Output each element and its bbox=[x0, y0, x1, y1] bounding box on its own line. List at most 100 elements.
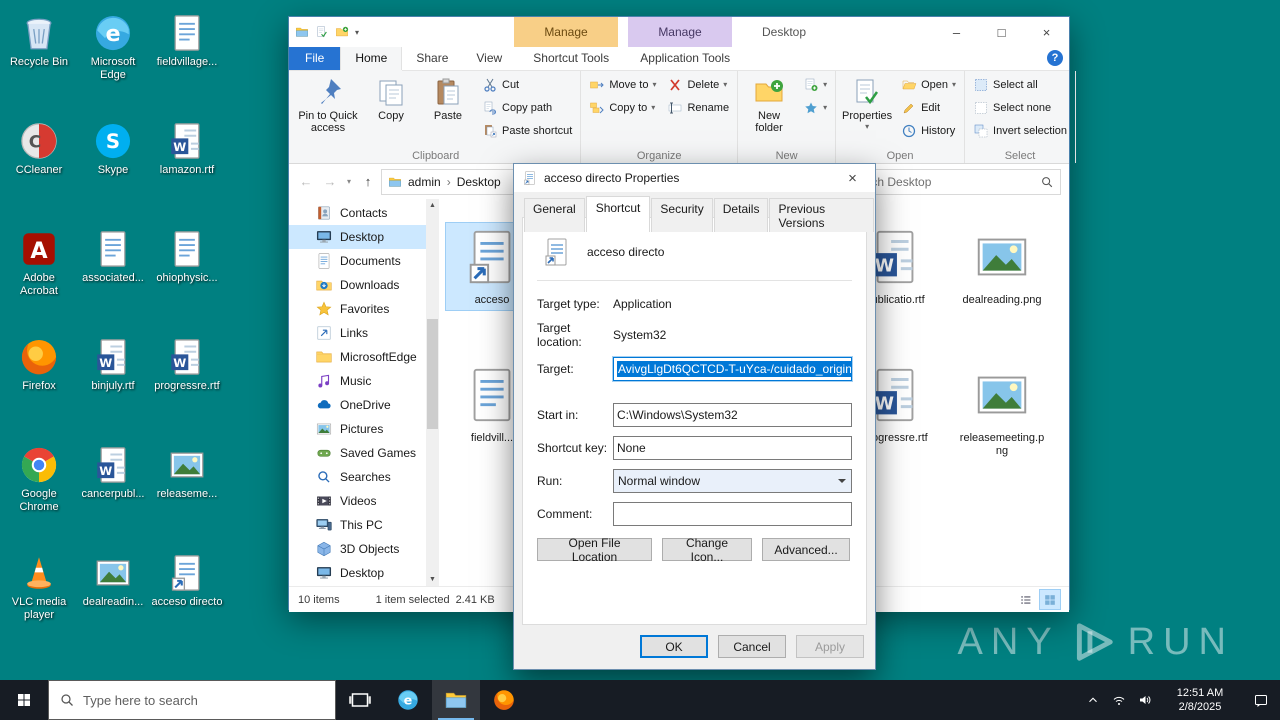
details-view-button[interactable] bbox=[1016, 590, 1036, 609]
scroll-up-icon[interactable]: ▲ bbox=[426, 199, 439, 212]
ribbon-button-new-item[interactable]: ▾ bbox=[798, 74, 832, 95]
desktop-icon-binjuly-rtf[interactable]: Wbinjuly.rtf bbox=[76, 336, 150, 444]
run-select[interactable]: Normal window bbox=[613, 469, 852, 493]
sidebar-item-searches[interactable]: Searches bbox=[289, 465, 439, 489]
taskbar-clock[interactable]: 12:51 AM 2/8/2025 bbox=[1158, 686, 1242, 714]
network-status[interactable] bbox=[1106, 680, 1132, 720]
open-file-location-button[interactable]: Open File Location bbox=[537, 536, 652, 564]
desktop-icon-ccleaner[interactable]: C CCleaner bbox=[2, 120, 76, 228]
sidebar-scrollbar[interactable]: ▲ ▼ bbox=[426, 199, 439, 586]
dialog-close-button[interactable]: × bbox=[830, 164, 875, 192]
apply-button[interactable]: Apply bbox=[796, 635, 864, 658]
taskbar-app-firefox[interactable] bbox=[480, 680, 528, 720]
ribbon-button-delete[interactable]: Delete ▾ bbox=[662, 74, 734, 95]
ribbon-tab-view[interactable]: View bbox=[462, 47, 516, 70]
dialog-titlebar[interactable]: acceso directo Properties × bbox=[514, 164, 875, 192]
desktop-icon-progressre-rtf[interactable]: Wprogressre.rtf bbox=[150, 336, 224, 444]
file-item-dealreading-png[interactable]: dealreading.png bbox=[956, 223, 1048, 310]
desktop-icon-skype[interactable]: S Skype bbox=[76, 120, 150, 228]
ribbon-button-easy-access[interactable]: ▾ bbox=[798, 97, 832, 118]
advanced-button[interactable]: Advanced... bbox=[762, 538, 850, 561]
ribbon-button-pin-to-quick-access[interactable]: Pin to Quick access bbox=[294, 73, 362, 145]
taskbar-app-edge[interactable]: e bbox=[384, 680, 432, 720]
start-in-input[interactable]: C:\Windows\System32 bbox=[613, 403, 852, 427]
sidebar-item-music[interactable]: Music bbox=[289, 369, 439, 393]
sidebar-item-desktop[interactable]: Desktop bbox=[289, 225, 439, 249]
close-button[interactable]: × bbox=[1024, 17, 1069, 47]
back-button[interactable]: ← bbox=[295, 174, 317, 189]
desktop-icon-ohiophysic[interactable]: ohiophysic... bbox=[150, 228, 224, 336]
thumbnails-view-button[interactable] bbox=[1039, 589, 1061, 610]
desktop-icon-cancerpubl[interactable]: Wcancerpubl... bbox=[76, 444, 150, 552]
sidebar-item-videos[interactable]: Videos bbox=[289, 489, 439, 513]
taskbar-search[interactable]: Type here to search bbox=[48, 680, 336, 720]
desktop-icon-releaseme[interactable]: releaseme... bbox=[150, 444, 224, 552]
ribbon-button-edit[interactable]: Edit bbox=[896, 97, 961, 118]
sidebar-item-documents[interactable]: Documents bbox=[289, 249, 439, 273]
ribbon-tab-application-tools[interactable]: Application Tools bbox=[633, 47, 737, 70]
dialog-tab-details[interactable]: Details bbox=[713, 198, 769, 232]
desktop-icon-lamazon-rtf[interactable]: Wlamazon.rtf bbox=[150, 120, 224, 228]
ribbon-button-paste[interactable]: Paste bbox=[420, 73, 476, 145]
breadcrumb-current[interactable]: Desktop bbox=[457, 175, 501, 189]
ribbon-tab-file[interactable]: File bbox=[289, 47, 341, 70]
cancel-button[interactable]: Cancel bbox=[718, 635, 786, 658]
ribbon-button-move-to[interactable]: Move to ▾ bbox=[584, 74, 661, 95]
desktop-icon-vlc-media-player[interactable]: VLC media player bbox=[2, 552, 76, 660]
ribbon-tab-home[interactable]: Home bbox=[340, 47, 403, 70]
sidebar-item-this-pc[interactable]: This PC bbox=[289, 513, 439, 537]
ribbon-button-copy-to[interactable]: Copy to ▾ bbox=[584, 97, 661, 118]
dialog-tab-previous-versions[interactable]: Previous Versions bbox=[769, 198, 874, 232]
ribbon-button-cut[interactable]: Cut bbox=[477, 74, 577, 95]
help-button[interactable]: ? bbox=[1047, 50, 1063, 66]
change-icon-button[interactable]: Change Icon... bbox=[662, 536, 752, 564]
dialog-tab-shortcut[interactable]: Shortcut bbox=[585, 196, 651, 232]
taskbar-app-explorer[interactable] bbox=[432, 680, 480, 720]
desktop-icon-dealreadin[interactable]: dealreadin... bbox=[76, 552, 150, 660]
sidebar-item-contacts[interactable]: Contacts bbox=[289, 201, 439, 225]
desktop-icon-adobe-acrobat[interactable]: A Adobe Acrobat bbox=[2, 228, 76, 336]
desktop-icon-firefox[interactable]: Firefox bbox=[2, 336, 76, 444]
ribbon-button-new-folder[interactable]: New folder bbox=[741, 73, 797, 145]
forward-button[interactable]: → bbox=[319, 174, 341, 189]
desktop-icon-fieldvillage[interactable]: fieldvillage... bbox=[150, 12, 224, 120]
sidebar-item-onedrive[interactable]: OneDrive bbox=[289, 393, 439, 417]
target-input[interactable]: AvivgLlgDt6QCTCD-T-uYca-/cuidado_origina… bbox=[613, 357, 852, 381]
hidden-icons-button[interactable] bbox=[1080, 680, 1106, 720]
minimize-button[interactable]: – bbox=[934, 17, 979, 47]
desktop-icon-associated[interactable]: associated... bbox=[76, 228, 150, 336]
recent-locations-chevron-icon[interactable]: ▾ bbox=[343, 177, 355, 186]
sidebar-item-favorites[interactable]: Favorites bbox=[289, 297, 439, 321]
sidebar-item-pictures[interactable]: Pictures bbox=[289, 417, 439, 441]
ribbon-button-history[interactable]: History bbox=[896, 120, 961, 141]
volume-control[interactable] bbox=[1132, 680, 1158, 720]
ribbon-tab-shortcut-tools[interactable]: Shortcut Tools bbox=[519, 47, 623, 70]
sidebar-item-links[interactable]: Links bbox=[289, 321, 439, 345]
desktop-icon-acceso-directo[interactable]: acceso directo bbox=[150, 552, 224, 660]
explorer-titlebar[interactable]: ▾ Manage Manage Desktop – □ × bbox=[289, 17, 1069, 47]
dialog-tab-security[interactable]: Security bbox=[651, 198, 713, 232]
shortcut-key-input[interactable]: None bbox=[613, 436, 852, 460]
ribbon-tab-share[interactable]: Share bbox=[402, 47, 462, 70]
ribbon-button-open[interactable]: Open ▾ bbox=[896, 74, 961, 95]
sidebar-item-desktop[interactable]: Desktop bbox=[289, 561, 439, 585]
action-center-button[interactable] bbox=[1242, 692, 1280, 708]
sidebar-item-downloads[interactable]: Downloads bbox=[289, 273, 439, 297]
scroll-down-icon[interactable]: ▼ bbox=[426, 573, 439, 586]
ribbon-button-properties[interactable]: Properties ▾ bbox=[839, 73, 895, 145]
qat-customize-chevron-icon[interactable]: ▾ bbox=[355, 28, 359, 37]
dialog-tab-general[interactable]: General bbox=[524, 198, 585, 232]
desktop-icon-recycle-bin[interactable]: Recycle Bin bbox=[2, 12, 76, 120]
scrollbar-thumb[interactable] bbox=[427, 319, 438, 429]
sidebar-item-3d-objects[interactable]: 3D Objects bbox=[289, 537, 439, 561]
qat-properties-icon[interactable] bbox=[315, 25, 329, 39]
start-button[interactable] bbox=[0, 680, 48, 720]
ribbon-button-invert-selection[interactable]: Invert selection bbox=[968, 120, 1072, 141]
task-view-button[interactable] bbox=[336, 680, 384, 720]
ribbon-button-paste-shortcut[interactable]: Paste shortcut bbox=[477, 120, 577, 141]
ribbon-button-copy[interactable]: Copy bbox=[363, 73, 419, 145]
file-item-releasemeeting-png[interactable]: releasemeeting.png bbox=[956, 361, 1048, 461]
sidebar-item-microsoftedge[interactable]: MicrosoftEdge bbox=[289, 345, 439, 369]
breadcrumb-root[interactable]: admin bbox=[408, 175, 441, 189]
desktop-icon-google-chrome[interactable]: Google Chrome bbox=[2, 444, 76, 552]
